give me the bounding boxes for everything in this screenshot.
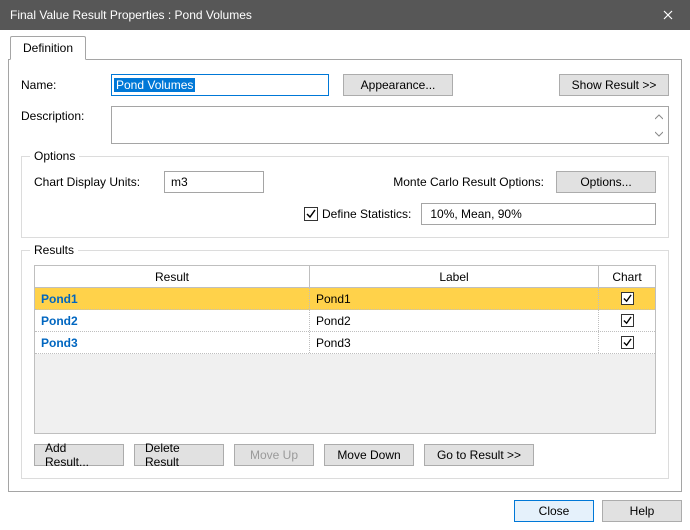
show-result-button-label: Show Result >> — [572, 78, 657, 92]
results-header-chart[interactable]: Chart — [599, 266, 655, 287]
results-table: Result Label Chart Pond1Pond1Pond2Pond2P… — [34, 265, 656, 434]
define-stats-input[interactable]: 10%, Mean, 90% — [421, 203, 656, 225]
chart-checkbox[interactable] — [621, 292, 634, 305]
appearance-button[interactable]: Appearance... — [343, 74, 453, 96]
results-rows: Pond1Pond1Pond2Pond2Pond3Pond3 — [35, 288, 655, 354]
result-cell[interactable]: Pond3 — [35, 332, 310, 353]
add-result-button[interactable]: Add Result... — [34, 444, 124, 466]
results-buttons: Add Result... Delete Result Move Up Move… — [34, 444, 656, 466]
description-row: Description: — [21, 106, 669, 144]
chart-cell — [599, 288, 655, 309]
result-cell[interactable]: Pond2 — [35, 310, 310, 331]
name-input[interactable]: Pond Volumes — [111, 74, 329, 96]
label-cell[interactable]: Pond1 — [310, 288, 599, 309]
define-stats-label: Define Statistics: — [322, 207, 411, 221]
options-legend: Options — [30, 149, 79, 163]
delete-result-button-label: Delete Result — [145, 441, 213, 469]
move-down-button-label: Move Down — [337, 448, 400, 462]
tab-definition-label: Definition — [23, 41, 73, 55]
chart-units-input[interactable]: m3 — [164, 171, 264, 193]
help-button[interactable]: Help — [602, 500, 682, 522]
appearance-button-label: Appearance... — [361, 78, 436, 92]
titlebar: Final Value Result Properties : Pond Vol… — [0, 0, 690, 30]
tab-strip: Definition — [8, 36, 682, 60]
tab-body: Name: Pond Volumes Appearance... Show Re… — [8, 60, 682, 492]
dialog-footer: Close Help — [8, 492, 682, 522]
description-input[interactable] — [111, 106, 669, 144]
close-button[interactable]: Close — [514, 500, 594, 522]
move-down-button[interactable]: Move Down — [324, 444, 414, 466]
options-row-2: Define Statistics: 10%, Mean, 90% — [34, 203, 656, 225]
description-spin[interactable] — [651, 108, 667, 142]
chevron-down-icon[interactable] — [651, 125, 667, 142]
options-group: Options Chart Display Units: m3 Monte Ca… — [21, 156, 669, 238]
chart-units-label: Chart Display Units: — [34, 175, 164, 189]
name-label: Name: — [21, 78, 111, 92]
options-row-1: Chart Display Units: m3 Monte Carlo Resu… — [34, 171, 656, 193]
close-button-label: Close — [539, 504, 570, 518]
results-group: Results Result Label Chart Pond1Pond1Pon… — [21, 250, 669, 479]
results-header-row: Result Label Chart — [35, 266, 655, 288]
table-row[interactable]: Pond1Pond1 — [35, 288, 655, 310]
results-legend: Results — [30, 243, 78, 257]
chart-checkbox[interactable] — [621, 314, 634, 327]
define-stats-checkbox[interactable] — [304, 207, 318, 221]
chart-units-value: m3 — [171, 175, 188, 189]
results-header-label[interactable]: Label — [310, 266, 599, 287]
add-result-button-label: Add Result... — [45, 441, 113, 469]
window-title: Final Value Result Properties : Pond Vol… — [10, 8, 646, 22]
move-up-button[interactable]: Move Up — [234, 444, 314, 466]
close-icon[interactable] — [646, 0, 690, 30]
table-row[interactable]: Pond2Pond2 — [35, 310, 655, 332]
define-stats-value: 10%, Mean, 90% — [430, 207, 521, 221]
move-up-button-label: Move Up — [250, 448, 298, 462]
label-cell[interactable]: Pond2 — [310, 310, 599, 331]
goto-result-button[interactable]: Go to Result >> — [424, 444, 534, 466]
delete-result-button[interactable]: Delete Result — [134, 444, 224, 466]
goto-result-button-label: Go to Result >> — [437, 448, 521, 462]
description-label: Description: — [21, 106, 111, 144]
name-row: Name: Pond Volumes Appearance... Show Re… — [21, 74, 669, 96]
mc-options-label: Monte Carlo Result Options: — [393, 175, 544, 189]
chevron-up-icon[interactable] — [651, 108, 667, 125]
name-input-value: Pond Volumes — [114, 78, 195, 92]
tab-definition[interactable]: Definition — [10, 36, 86, 60]
chart-cell — [599, 310, 655, 331]
show-result-button[interactable]: Show Result >> — [559, 74, 669, 96]
client-area: Definition Name: Pond Volumes Appearance… — [0, 30, 690, 530]
results-header-result[interactable]: Result — [35, 266, 310, 287]
result-cell[interactable]: Pond1 — [35, 288, 310, 309]
table-row[interactable]: Pond3Pond3 — [35, 332, 655, 354]
chart-cell — [599, 332, 655, 353]
label-cell[interactable]: Pond3 — [310, 332, 599, 353]
chart-checkbox[interactable] — [621, 336, 634, 349]
mc-options-button[interactable]: Options... — [556, 171, 656, 193]
help-button-label: Help — [630, 504, 655, 518]
mc-options-button-label: Options... — [580, 175, 631, 189]
